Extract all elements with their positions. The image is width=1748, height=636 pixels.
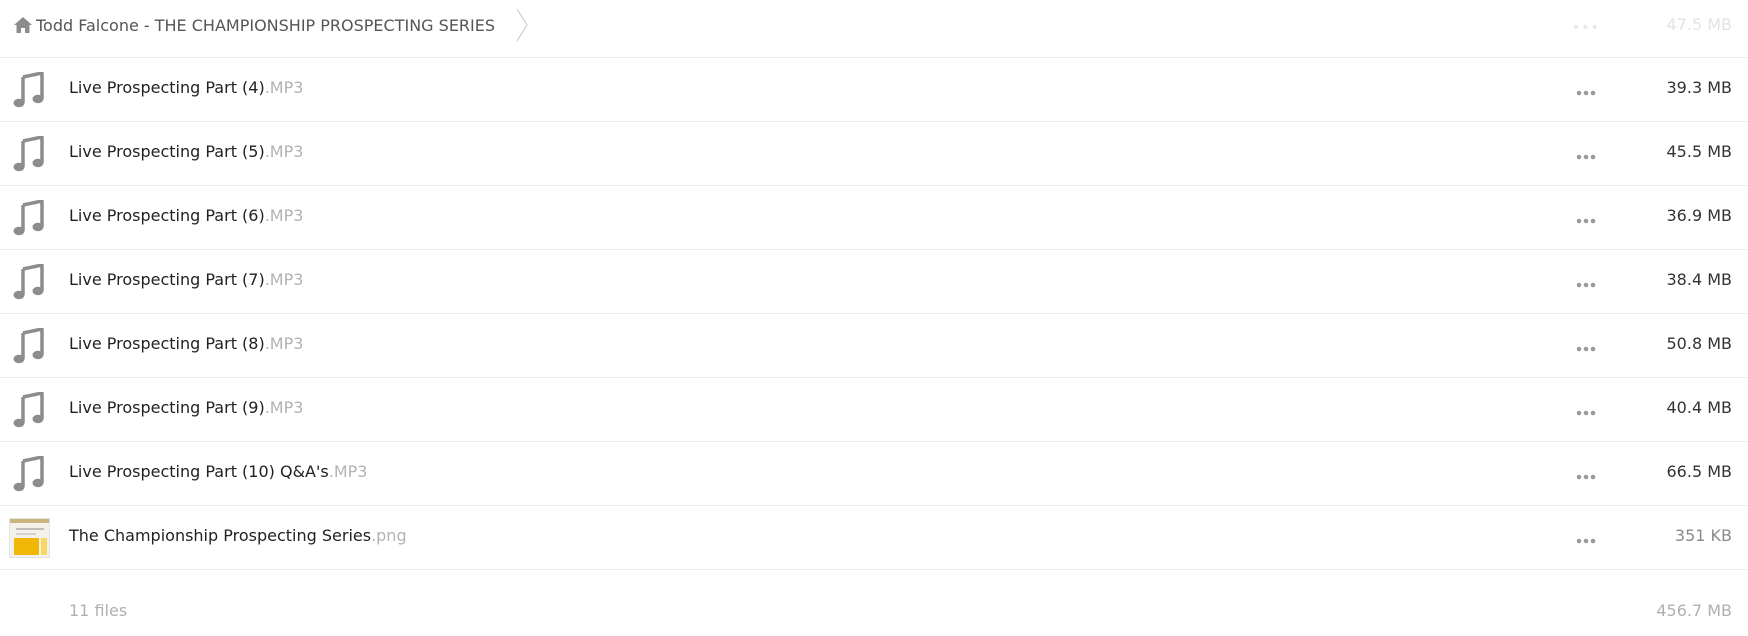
- file-extension: .MP3: [264, 142, 304, 161]
- file-row[interactable]: The Championship Prospecting Series.png 3…: [0, 506, 1748, 570]
- file-name-base: Live Prospecting Part (5): [69, 142, 265, 161]
- more-options-icon[interactable]: [1576, 84, 1596, 96]
- more-options-icon[interactable]: [1576, 148, 1596, 160]
- file-size: 351 KB: [1674, 526, 1732, 545]
- file-row[interactable]: Live Prospecting Part (9).MP3 40.4 MB: [0, 378, 1748, 442]
- file-name-base: The Championship Prospecting Series: [69, 526, 372, 545]
- image-thumbnail-icon: [9, 518, 50, 558]
- music-note-icon: [13, 455, 45, 492]
- file-size: 36.9 MB: [1666, 206, 1733, 225]
- file-extension: .MP3: [264, 270, 304, 289]
- total-size: 456.7 MB: [1656, 601, 1732, 620]
- more-options-icon[interactable]: [1576, 404, 1596, 416]
- file-row[interactable]: Live Prospecting Part (7).MP3 38.4 MB: [0, 250, 1748, 314]
- more-options-icon[interactable]: [1576, 340, 1596, 352]
- breadcrumb-folder-title[interactable]: Todd Falcone - THE CHAMPIONSHIP PROSPECT…: [36, 16, 495, 35]
- file-extension: .MP3: [264, 334, 304, 353]
- file-name[interactable]: The Championship Prospecting Series.png: [69, 526, 407, 545]
- music-note-icon: [13, 71, 45, 108]
- file-extension: .MP3: [264, 206, 304, 225]
- file-name[interactable]: Live Prospecting Part (10) Q&A's.MP3: [69, 462, 367, 481]
- music-note-icon: [13, 391, 45, 428]
- file-name-base: Live Prospecting Part (10) Q&A's: [69, 462, 329, 481]
- file-name[interactable]: Live Prospecting Part (5).MP3: [69, 142, 303, 161]
- file-row[interactable]: Live Prospecting Part (10) Q&A's.MP3 66.5…: [0, 442, 1748, 506]
- file-browser: ••• 47.5 MB Todd Falcone - THE CHAMPIONS…: [0, 0, 1748, 636]
- more-options-icon[interactable]: [1576, 468, 1596, 480]
- file-size: 45.5 MB: [1666, 142, 1733, 161]
- file-name-base: Live Prospecting Part (6): [69, 206, 265, 225]
- music-note-icon: [13, 327, 45, 364]
- music-note-icon: [13, 135, 45, 172]
- home-icon[interactable]: [13, 15, 33, 35]
- file-name[interactable]: Live Prospecting Part (7).MP3: [69, 270, 303, 289]
- file-row[interactable]: Live Prospecting Part (8).MP3 50.8 MB: [0, 314, 1748, 378]
- file-name-base: Live Prospecting Part (4): [69, 78, 265, 97]
- file-count: 11 files: [69, 601, 128, 620]
- chevron-right-icon: [516, 8, 528, 42]
- file-size: 39.3 MB: [1666, 78, 1733, 97]
- file-extension: .MP3: [264, 398, 304, 417]
- breadcrumb: Todd Falcone - THE CHAMPIONSHIP PROSPECT…: [13, 8, 530, 42]
- file-size: 50.8 MB: [1666, 334, 1733, 353]
- more-options-icon[interactable]: [1576, 276, 1596, 288]
- scrolled-row-more-icon: •••: [1572, 20, 1600, 36]
- file-name-base: Live Prospecting Part (7): [69, 270, 265, 289]
- file-row[interactable]: Live Prospecting Part (5).MP3 45.5 MB: [0, 122, 1748, 186]
- file-extension: .png: [371, 526, 407, 545]
- file-row[interactable]: Live Prospecting Part (4).MP3 39.3 MB: [0, 58, 1748, 122]
- file-row[interactable]: Live Prospecting Part (6).MP3 36.9 MB: [0, 186, 1748, 250]
- more-options-icon[interactable]: [1576, 212, 1596, 224]
- scrolled-row-size: 47.5 MB: [1666, 15, 1733, 34]
- file-extension: .MP3: [328, 462, 368, 481]
- file-name-base: Live Prospecting Part (8): [69, 334, 265, 353]
- file-name[interactable]: Live Prospecting Part (9).MP3: [69, 398, 303, 417]
- file-name-base: Live Prospecting Part (9): [69, 398, 265, 417]
- file-size: 66.5 MB: [1666, 462, 1733, 481]
- file-name[interactable]: Live Prospecting Part (6).MP3: [69, 206, 303, 225]
- file-name[interactable]: Live Prospecting Part (8).MP3: [69, 334, 303, 353]
- file-size: 38.4 MB: [1666, 270, 1733, 289]
- breadcrumb-bar: ••• 47.5 MB Todd Falcone - THE CHAMPIONS…: [0, 0, 1748, 58]
- music-note-icon: [13, 199, 45, 236]
- music-note-icon: [13, 263, 45, 300]
- file-extension: .MP3: [264, 78, 304, 97]
- file-size: 40.4 MB: [1666, 398, 1733, 417]
- more-options-icon[interactable]: [1576, 532, 1596, 544]
- file-name[interactable]: Live Prospecting Part (4).MP3: [69, 78, 303, 97]
